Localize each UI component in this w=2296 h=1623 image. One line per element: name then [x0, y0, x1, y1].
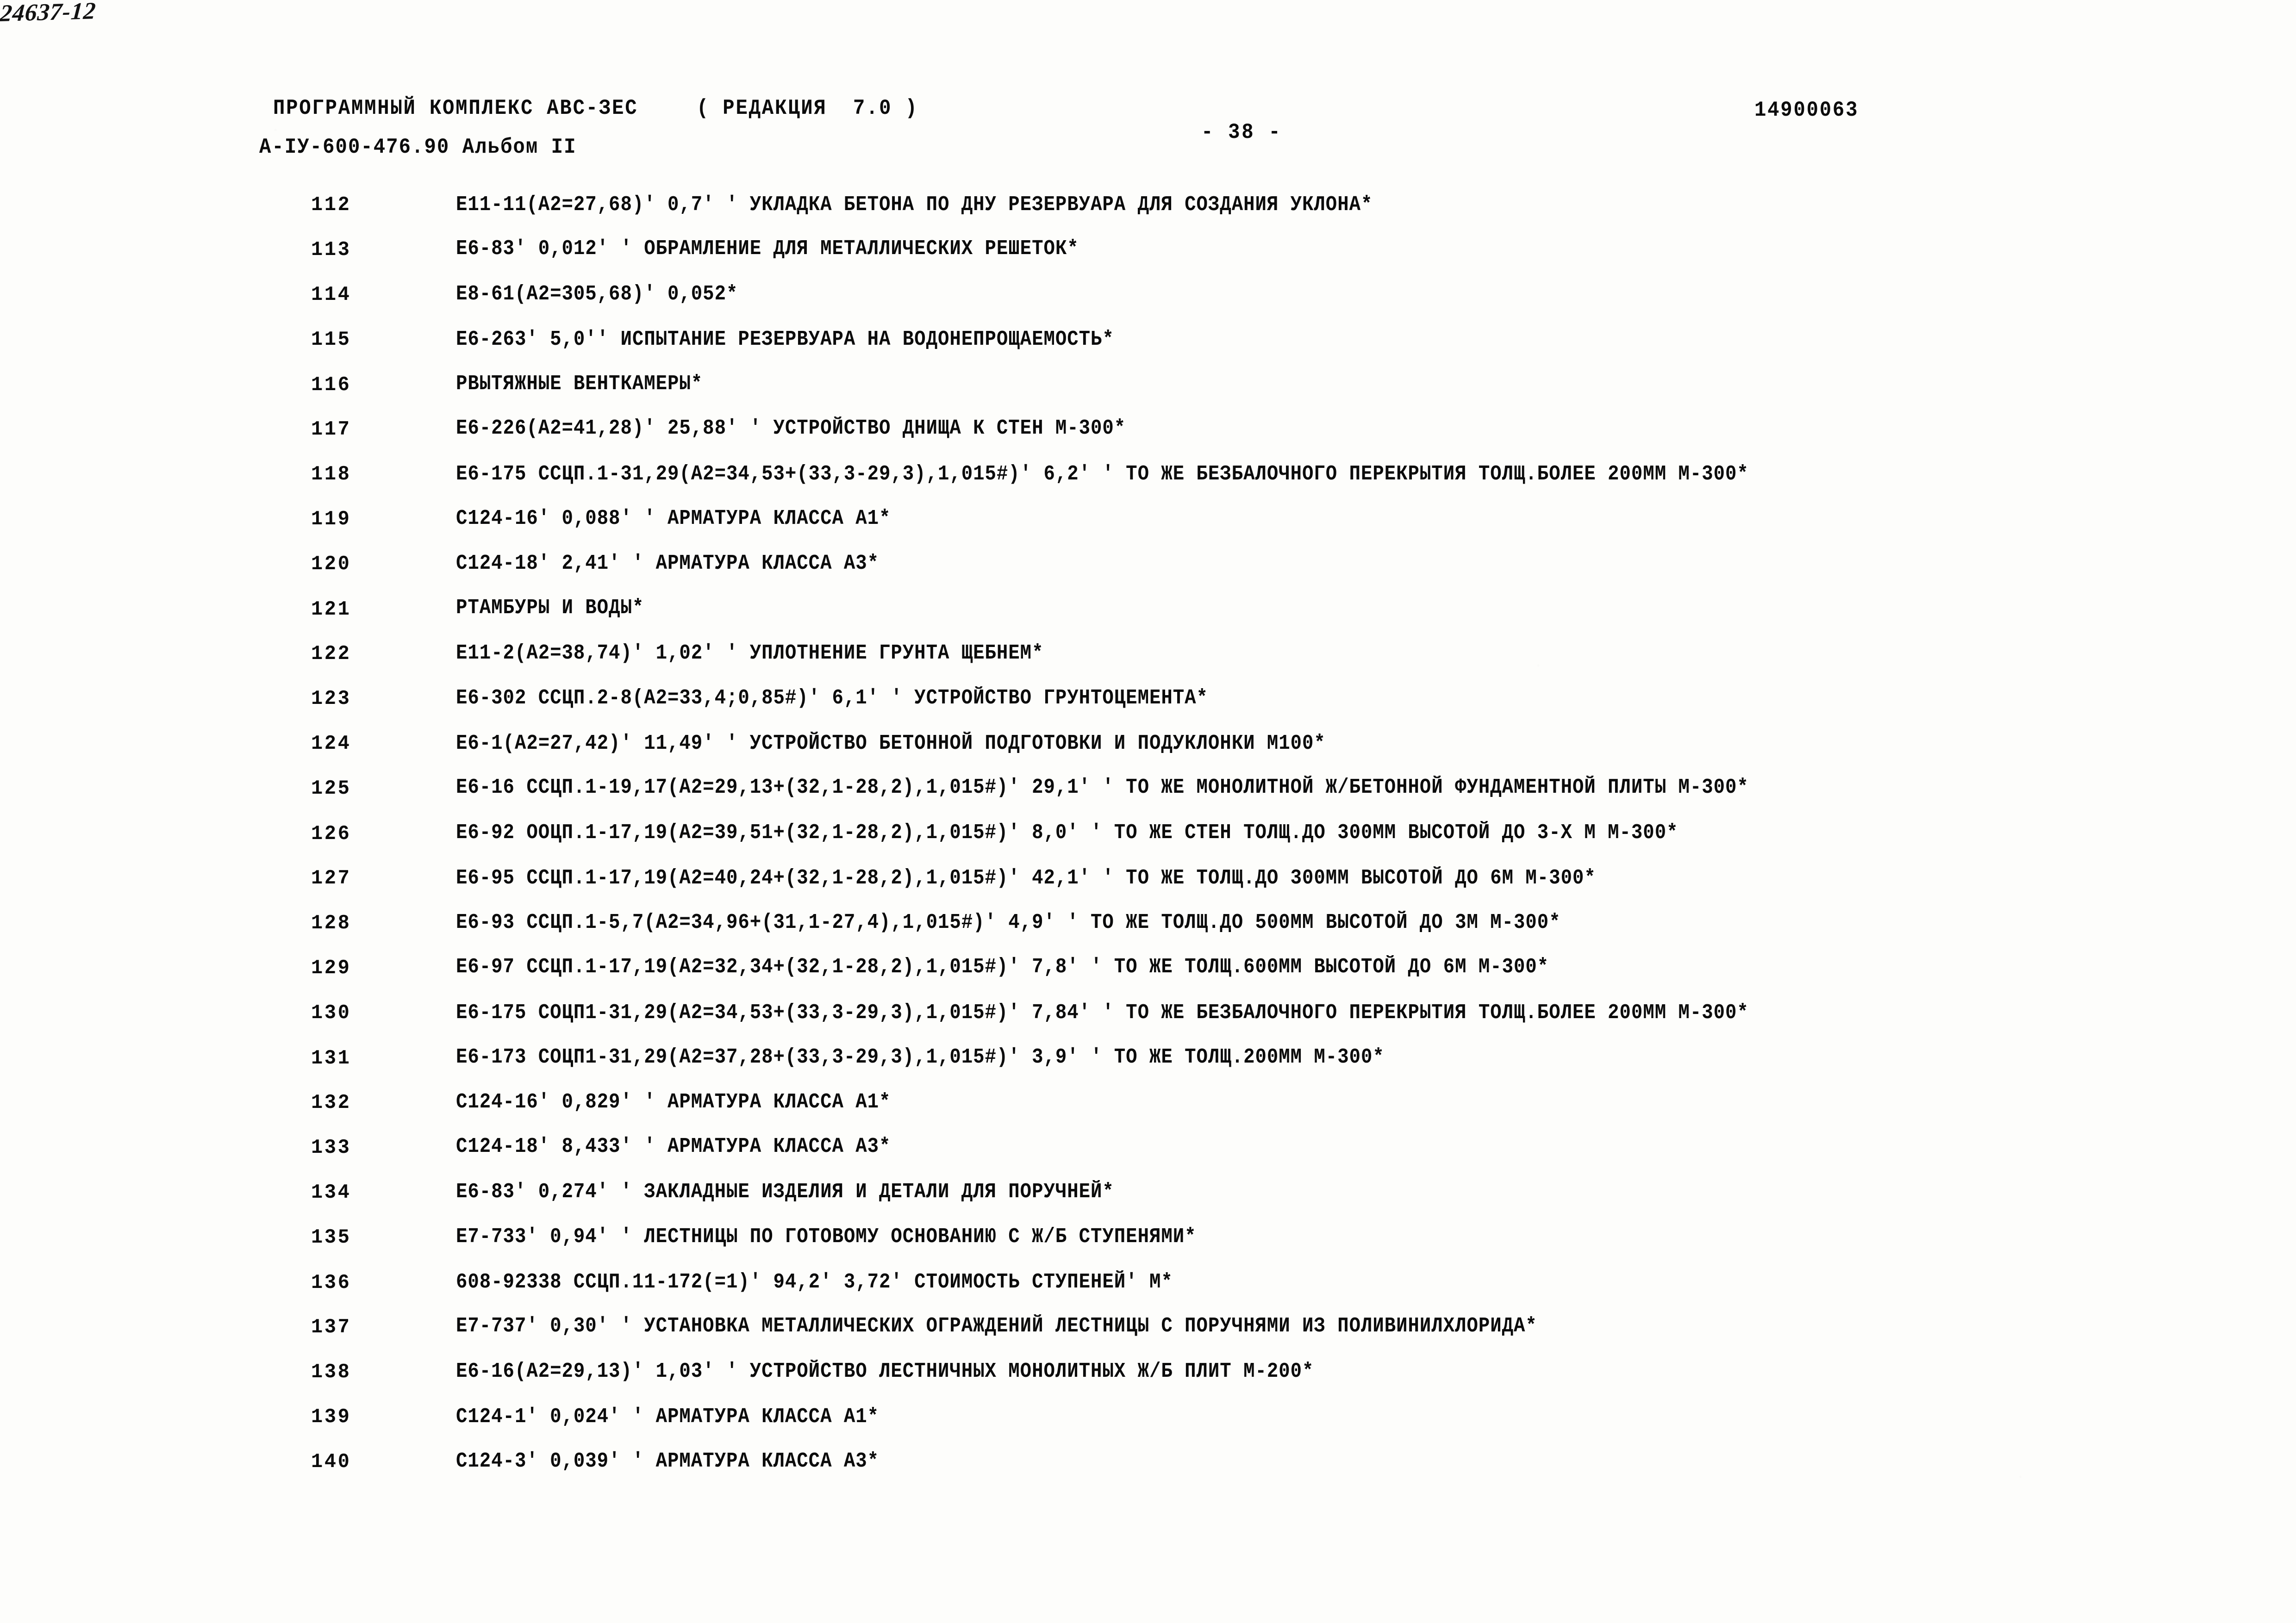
listing-row-number: 117: [311, 418, 351, 441]
page-number: - 38 -: [1201, 120, 1282, 144]
listing-row-number: 134: [311, 1181, 351, 1204]
listing-row: 120 С124-18' 2,41' ' АРМАТУРА КЛАССА А3*: [0, 544, 2296, 589]
listing-row-text: Е6-226(А2=41,28)' 25,88' ' УСТРОЙСТВО ДН…: [456, 417, 1126, 440]
listing-row: 123 Е6-302 ССЦП.2-8(А2=33,4;0,85#)' 6,1' …: [0, 679, 2296, 724]
listing-row: 139 С124-1' 0,024' ' АРМАТУРА КЛАССА А1*: [0, 1397, 2296, 1442]
listing-row-text: Е6-175 СОЦП1-31,29(А2=34,53+(33,3-29,3),…: [456, 1001, 1749, 1025]
listing-row: 140 С124-3' 0,039' ' АРМАТУРА КЛАССА А3*: [0, 1442, 2296, 1487]
listing-row-text: Е6-16(А2=29,13)' 1,03' ' УСТРОЙСТВО ЛЕСТ…: [456, 1360, 1314, 1383]
listing-row: 117 Е6-226(А2=41,28)' 25,88' ' УСТРОЙСТВО…: [0, 410, 2296, 454]
listing-row-text: Е6-92 ООЦП.1-17,19(А2=39,51+(32,1-28,2),…: [456, 821, 1678, 845]
listing-row-number: 132: [311, 1091, 351, 1114]
listing-row-number: 140: [311, 1450, 351, 1474]
listing-row: 113 Е6-83' 0,012' ' ОБРАМЛЕНИЕ ДЛЯ МЕТАЛЛ…: [0, 230, 2296, 275]
listing-row-text: С124-16' 0,829' ' АРМАТУРА КЛАССА А1*: [456, 1090, 891, 1114]
listing-row-text: Е6-83' 0,012' ' ОБРАМЛЕНИЕ ДЛЯ МЕТАЛЛИЧЕ…: [456, 237, 1079, 261]
listing-row-text: Е7-737' 0,30' ' УСТАНОВКА МЕТАЛЛИЧЕСКИХ …: [456, 1314, 1537, 1338]
listing-row: 136 608-92338 ССЦП.11-172(=1)' 94,2' 3,72…: [0, 1262, 2296, 1307]
listing-row-text: Е11-11(А2=27,68)' 0,7' ' УКЛАДКА БЕТОНА …: [456, 193, 1373, 217]
listing-row: 132 С124-16' 0,829' ' АРМАТУРА КЛАССА А1*: [0, 1083, 2296, 1128]
listing-row-text: С124-18' 2,41' ' АРМАТУРА КЛАССА А3*: [456, 552, 880, 575]
revision-label: ( РЕДАКЦИЯ 7.0 ): [697, 96, 918, 120]
listing-row-number: 118: [311, 463, 351, 486]
listing-row-text: Е6-97 ССЦП.1-17,19(А2=32,34+(32,1-28,2),…: [456, 955, 1549, 979]
listing-row-text: Е6-95 ССЦП.1-17,19(А2=40,24+(32,1-28,2),…: [456, 866, 1596, 890]
listing-row-number: 138: [311, 1361, 351, 1384]
listing-row-number: 129: [311, 957, 351, 980]
listing-row-number: 136: [311, 1271, 351, 1294]
album-identifier: А-IУ-600-476.90 Альбом II: [259, 135, 577, 159]
listing-row: 134 Е6-83' 0,274' ' ЗАКЛАДНЫЕ ИЗДЕЛИЯ И Д…: [0, 1173, 2296, 1218]
document-page: ПРОГРАММНЫЙ КОМПЛЕКС АВС-ЗЕС ( РЕДАКЦИЯ …: [0, 0, 2296, 1623]
estimate-listing: 112 Е11-11(А2=27,68)' 0,7' ' УКЛАДКА БЕТО…: [0, 185, 2296, 1487]
listing-row: 138 Е6-16(А2=29,13)' 1,03' ' УСТРОЙСТВО Л…: [0, 1352, 2296, 1397]
listing-row-text: РТАМБУРЫ И ВОДЫ*: [456, 596, 644, 620]
listing-row: 127 Е6-95 ССЦП.1-17,19(А2=40,24+(32,1-28,…: [0, 858, 2296, 903]
listing-row-number: 126: [311, 822, 351, 846]
listing-row-text: Е6-1(А2=27,42)' 11,49' ' УСТРОЙСТВО БЕТО…: [456, 732, 1326, 755]
listing-row-number: 122: [311, 642, 351, 665]
listing-row-text: Е11-2(А2=38,74)' 1,02' ' УПЛОТНЕНИЕ ГРУН…: [456, 641, 1044, 665]
listing-row: 115 Е6-263' 5,0'' ИСПЫТАНИЕ РЕЗЕРВУАРА НА…: [0, 320, 2296, 365]
listing-row-number: 131: [311, 1047, 351, 1070]
listing-row-text: С124-18' 8,433' ' АРМАТУРА КЛАССА А3*: [456, 1135, 891, 1158]
listing-row-text: С124-16' 0,088' ' АРМАТУРА КЛАССА А1*: [456, 507, 891, 530]
listing-row: 122 Е11-2(А2=38,74)' 1,02' ' УПЛОТНЕНИЕ Г…: [0, 634, 2296, 679]
listing-row-number: 121: [311, 598, 351, 621]
listing-row: 130 Е6-175 СОЦП1-31,29(А2=34,53+(33,3-29,…: [0, 993, 2296, 1038]
listing-row: 126 Е6-92 ООЦП.1-17,19(А2=39,51+(32,1-28,…: [0, 814, 2296, 858]
listing-row-number: 139: [311, 1405, 351, 1429]
listing-row-text: Е6-93 ССЦП.1-5,7(А2=34,96+(31,1-27,4),1,…: [456, 911, 1561, 934]
listing-row-text: С124-1' 0,024' ' АРМАТУРА КЛАССА А1*: [456, 1405, 880, 1429]
listing-row: 131 Е6-173 СОЦП1-31,29(А2=37,28+(33,3-29,…: [0, 1038, 2296, 1083]
listing-row-number: 125: [311, 777, 351, 800]
listing-row: 116 РВЫТЯЖНЫЕ ВЕНТКАМЕРЫ*: [0, 365, 2296, 410]
listing-row: 121 РТАМБУРЫ И ВОДЫ*: [0, 589, 2296, 634]
listing-row-text: РВЫТЯЖНЫЕ ВЕНТКАМЕРЫ*: [456, 372, 703, 396]
listing-row-number: 119: [311, 508, 351, 531]
listing-row-number: 130: [311, 1001, 351, 1025]
listing-row: 124 Е6-1(А2=27,42)' 11,49' ' УСТРОЙСТВО Б…: [0, 724, 2296, 769]
listing-row: 112 Е11-11(А2=27,68)' 0,7' ' УКЛАДКА БЕТО…: [0, 185, 2296, 230]
listing-row-text: 608-92338 ССЦП.11-172(=1)' 94,2' 3,72' С…: [456, 1270, 1173, 1294]
document-code: 14900063: [1754, 98, 1859, 122]
listing-row: 118 Е6-175 ССЦП.1-31,29(А2=34,53+(33,3-29…: [0, 454, 2296, 499]
listing-row-number: 112: [311, 193, 351, 217]
listing-row: 125 Е6-16 ССЦП.1-19,17(А2=29,13+(32,1-28,…: [0, 769, 2296, 814]
listing-row-number: 113: [311, 238, 351, 261]
listing-row-number: 127: [311, 867, 351, 890]
listing-row: 129 Е6-97 ССЦП.1-17,19(А2=32,34+(32,1-28,…: [0, 948, 2296, 993]
listing-row-number: 114: [311, 283, 351, 306]
page-header: ПРОГРАММНЫЙ КОМПЛЕКС АВС-ЗЕС ( РЕДАКЦИЯ …: [0, 0, 2296, 176]
listing-row: 135 Е7-733' 0,94' ' ЛЕСТНИЦЫ ПО ГОТОВОМУ …: [0, 1218, 2296, 1262]
listing-row: 133 С124-18' 8,433' ' АРМАТУРА КЛАССА А3*: [0, 1128, 2296, 1173]
program-complex-title: ПРОГРАММНЫЙ КОМПЛЕКС АВС-ЗЕС: [273, 96, 638, 120]
listing-row-text: Е6-175 ССЦП.1-31,29(А2=34,53+(33,3-29,3)…: [456, 462, 1749, 486]
listing-row-text: Е8-61(А2=305,68)' 0,052*: [456, 282, 738, 306]
listing-row: 128 Е6-93 ССЦП.1-5,7(А2=34,96+(31,1-27,4)…: [0, 903, 2296, 948]
listing-row-number: 137: [311, 1316, 351, 1339]
listing-row: 114 Е8-61(А2=305,68)' 0,052*: [0, 275, 2296, 320]
listing-row-text: Е6-302 ССЦП.2-8(А2=33,4;0,85#)' 6,1' ' У…: [456, 686, 1208, 710]
listing-row-text: Е6-263' 5,0'' ИСПЫТАНИЕ РЕЗЕРВУАРА НА ВО…: [456, 328, 1114, 351]
listing-row-text: Е6-173 СОЦП1-31,29(А2=37,28+(33,3-29,3),…: [456, 1045, 1385, 1069]
listing-row-number: 128: [311, 912, 351, 935]
listing-row-number: 133: [311, 1136, 351, 1159]
listing-row-number: 115: [311, 328, 351, 351]
listing-row: 137 Е7-737' 0,30' ' УСТАНОВКА МЕТАЛЛИЧЕСК…: [0, 1307, 2296, 1352]
listing-row-text: С124-3' 0,039' ' АРМАТУРА КЛАССА А3*: [456, 1449, 880, 1473]
listing-row-text: Е6-83' 0,274' ' ЗАКЛАДНЫЕ ИЗДЕЛИЯ И ДЕТА…: [456, 1180, 1114, 1204]
handwritten-document-number: 24637-12: [0, 0, 97, 27]
listing-row-number: 116: [311, 373, 351, 397]
listing-row-number: 135: [311, 1226, 351, 1249]
listing-row-number: 123: [311, 687, 351, 710]
listing-row-text: Е7-733' 0,94' ' ЛЕСТНИЦЫ ПО ГОТОВОМУ ОСН…: [456, 1225, 1197, 1249]
listing-row-number: 124: [311, 732, 351, 755]
listing-row: 119 С124-16' 0,088' ' АРМАТУРА КЛАССА А1*: [0, 499, 2296, 544]
listing-row-text: Е6-16 ССЦП.1-19,17(А2=29,13+(32,1-28,2),…: [456, 776, 1749, 799]
listing-row-number: 120: [311, 553, 351, 576]
